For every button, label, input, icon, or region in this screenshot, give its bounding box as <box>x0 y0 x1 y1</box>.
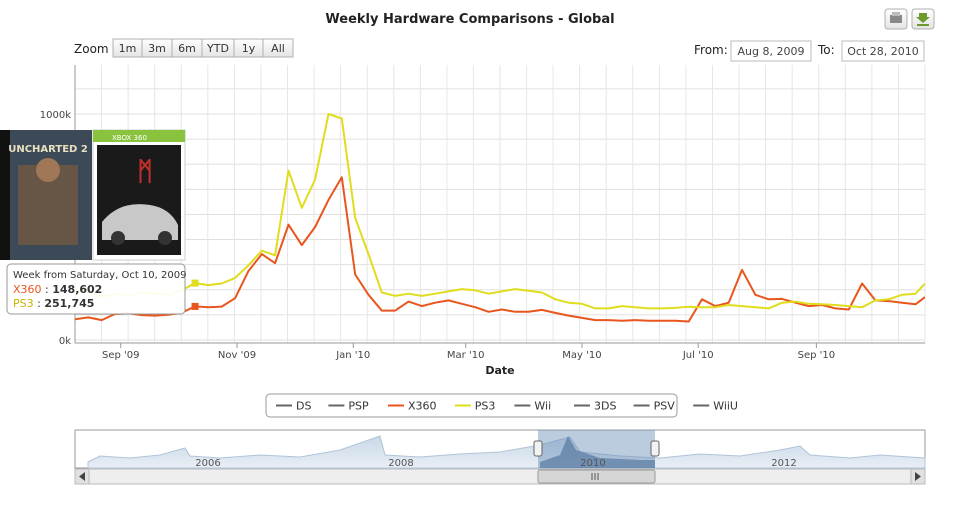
game-cover-forza-3: XBOX 360 ᛗ <box>92 129 186 261</box>
to-input-value: Oct 28, 2010 <box>847 45 919 58</box>
x-tick-label: Nov '09 <box>218 350 256 361</box>
navigator-handle-right[interactable] <box>650 440 660 457</box>
x-tick-label: Jan '10 <box>335 350 370 361</box>
y-tick-label: 1000k <box>40 110 71 121</box>
chart-title: Weekly Hardware Comparisons - Global <box>325 12 614 27</box>
hover-marker-ps3 <box>191 279 199 287</box>
zoom-button-1m[interactable]: 1m <box>112 38 143 58</box>
tooltip-x360-name: X360 <box>13 283 42 296</box>
x-tick-label: Sep '10 <box>798 350 836 361</box>
zoom-button-label: 1m <box>119 42 137 55</box>
zoom-button-6m[interactable]: 6m <box>171 38 203 58</box>
chart-root: Weekly Hardware Comparisons - Global Zoo… <box>0 0 958 501</box>
zoom-label: Zoom <box>74 42 109 56</box>
zoom-button-label: 1y <box>242 42 256 55</box>
legend-label: 3DS <box>594 400 616 413</box>
legend-label: PSV <box>654 400 676 413</box>
zoom-button-ytd[interactable]: YTD <box>201 38 235 58</box>
legend-label: X360 <box>408 400 437 413</box>
hover-marker-x360 <box>191 302 199 310</box>
x-tick-label: Jul '10 <box>682 350 714 361</box>
chart-svg: Weekly Hardware Comparisons - Global Zoo… <box>0 8 935 485</box>
legend-label: DS <box>296 400 311 413</box>
x-tick-label: May '10 <box>562 350 601 361</box>
x-tick-label: Sep '09 <box>102 350 140 361</box>
y-tick-label: 0k <box>59 336 71 347</box>
navigator-year-label: 2012 <box>771 458 796 469</box>
legend: DS PSP X360 PS3 Wii 3DS PSV WiiU <box>265 393 738 418</box>
zoom-buttons: 1m 3m 6m YTD 1y All <box>112 38 294 58</box>
legend-label: PSP <box>348 400 369 413</box>
scrollbar-track[interactable] <box>74 468 926 485</box>
tooltip-ps3-name: PS3 <box>13 297 34 310</box>
tooltip: Week from Saturday, Oct 10, 2009 X360 : … <box>6 263 186 315</box>
to-label: To: <box>817 43 835 57</box>
game-cover-uncharted-2: UNCHARTED 2 <box>0 130 92 260</box>
uncharted-cover-text: UNCHARTED 2 <box>8 144 88 155</box>
navigator-year-label: 2008 <box>388 458 413 469</box>
zoom-button-1y[interactable]: 1y <box>233 38 264 58</box>
x-axis-title: Date <box>485 364 514 377</box>
navigator: 2006 2008 2010 2012 <box>74 429 926 485</box>
legend-item-wiiu[interactable]: WiiU <box>693 400 738 413</box>
zoom-button-all[interactable]: All <box>262 38 294 58</box>
export-button[interactable] <box>911 8 935 30</box>
legend-label: Wii <box>534 400 551 413</box>
navigator-year-label: 2010 <box>580 458 605 469</box>
scrollbar-thumb[interactable] <box>537 469 656 484</box>
x-axis: Sep '09 Nov '09 Jan '10 Mar '10 May '10 Jul '… <box>102 343 835 361</box>
tooltip-row-x360: X360 : 148,602 <box>13 283 102 296</box>
tooltip-ps3-value: 251,745 <box>44 297 94 310</box>
from-label: From: <box>694 43 728 57</box>
from-input[interactable]: Aug 8, 2009 <box>730 40 812 62</box>
tooltip-header: Week from Saturday, Oct 10, 2009 <box>13 270 186 281</box>
zoom-button-label: YTD <box>206 42 229 55</box>
tooltip-row-ps3: PS3 : 251,745 <box>13 297 94 310</box>
zoom-button-label: All <box>271 42 285 55</box>
x-tick-label: Mar '10 <box>447 350 485 361</box>
zoom-button-3m[interactable]: 3m <box>141 38 173 58</box>
navigator-handle-left[interactable] <box>533 440 543 457</box>
tooltip-x360-value: 148,602 <box>52 283 102 296</box>
from-input-value: Aug 8, 2009 <box>738 45 805 58</box>
forza-cover-text: XBOX 360 <box>112 134 147 142</box>
legend-label: PS3 <box>475 400 496 413</box>
forza-logo-glyph: ᛗ <box>137 157 153 187</box>
navigator-year-label: 2006 <box>195 458 220 469</box>
zoom-button-label: 3m <box>148 42 166 55</box>
zoom-button-label: 6m <box>178 42 196 55</box>
to-input[interactable]: Oct 28, 2010 <box>841 40 925 62</box>
print-button[interactable] <box>884 8 908 30</box>
legend-label: WiiU <box>713 400 738 413</box>
